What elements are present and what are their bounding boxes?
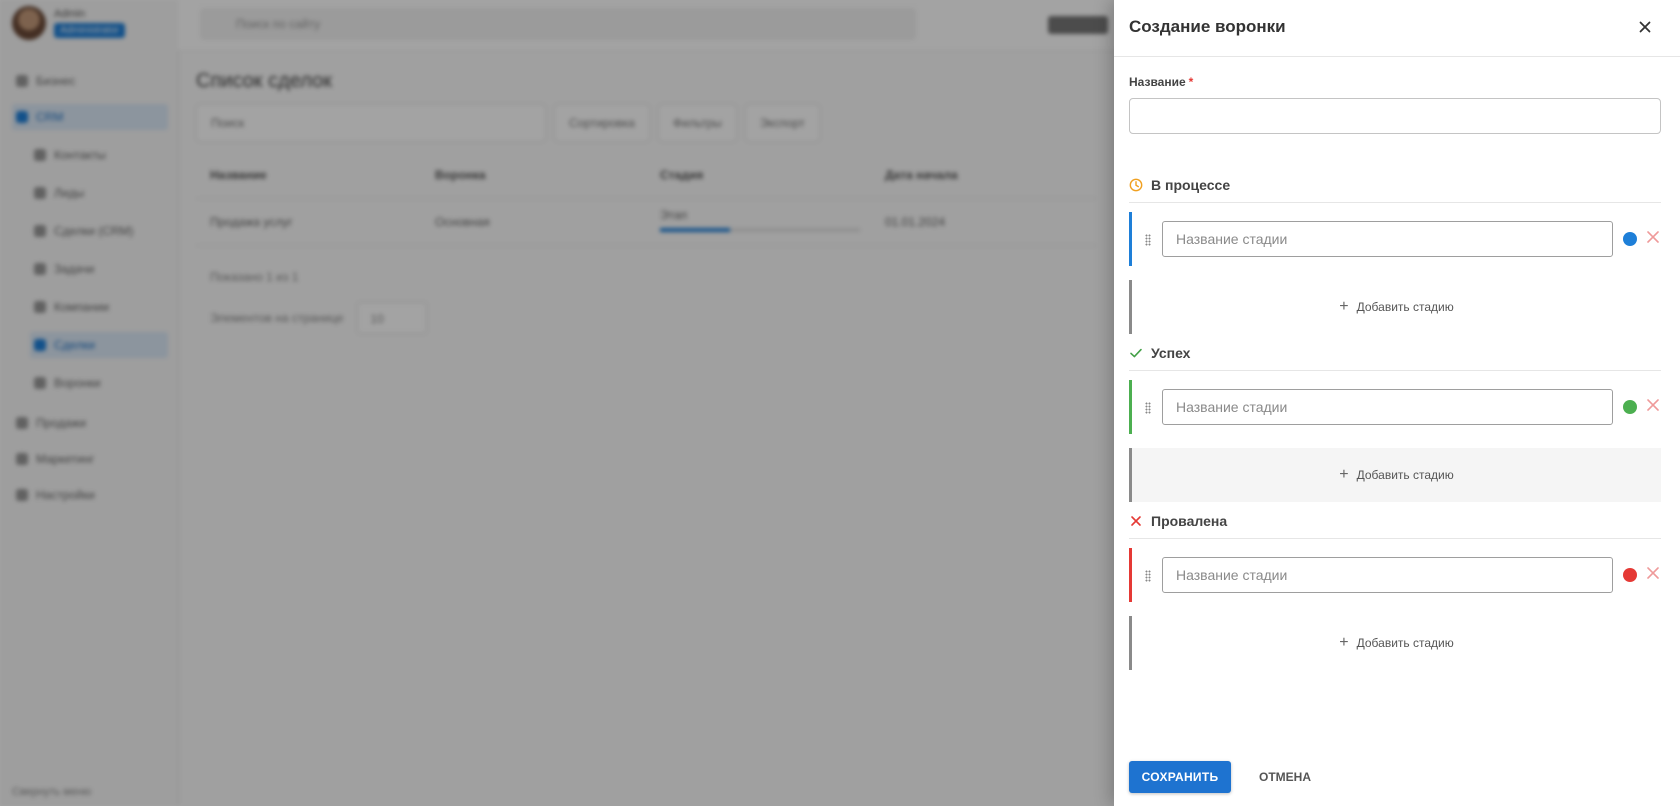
funnel-name-input[interactable] [1129,98,1661,134]
stage-name-input[interactable] [1162,221,1613,257]
add-stage-label: Добавить стадию [1356,636,1454,650]
plus-icon: + [1339,466,1349,483]
section-title: В процессе [1151,177,1231,193]
required-mark: * [1188,75,1194,89]
delete-stage-icon[interactable] [1644,228,1662,246]
section-header: Успех [1129,336,1661,371]
name-field-label: Название * [1129,75,1194,89]
drag-handle-icon[interactable] [1145,402,1151,414]
plus-icon: + [1339,634,1349,651]
drag-handle-icon[interactable] [1145,234,1151,246]
clock-icon [1129,178,1143,192]
section-title: Успех [1151,345,1191,361]
stage-color-picker[interactable] [1623,568,1637,582]
add-stage-label: Добавить стадию [1356,468,1454,482]
stage-row [1129,212,1661,266]
stage-color-picker[interactable] [1623,232,1637,246]
stage-name-input[interactable] [1162,557,1613,593]
stage-row [1129,548,1661,602]
add-stage-label: Добавить стадию [1356,300,1454,314]
x-icon [1129,514,1143,528]
stage-name-input[interactable] [1162,389,1613,425]
section-header: В процессе [1129,168,1661,203]
create-funnel-drawer: Создание воронки Название* В процессе + … [1114,0,1680,806]
section-in-progress: В процессе + Добавить стадию [1129,168,1661,334]
section-header: Провалена [1129,504,1661,539]
check-icon [1129,346,1143,360]
delete-stage-icon[interactable] [1644,396,1662,414]
delete-stage-icon[interactable] [1644,564,1662,582]
drawer-header: Создание воронки [1114,0,1680,57]
plus-icon: + [1339,298,1349,315]
add-stage-button[interactable]: + Добавить стадию [1129,280,1661,334]
cancel-button[interactable]: ОТМЕНА [1240,761,1330,793]
section-title: Провалена [1151,513,1228,529]
drag-handle-icon[interactable] [1145,570,1151,582]
add-stage-button[interactable]: + Добавить стадию [1129,616,1661,670]
save-button[interactable]: СОХРАНИТЬ [1129,761,1231,793]
section-failed: Провалена + Добавить стадию [1129,504,1661,670]
section-success: Успех + Добавить стадию [1129,336,1661,502]
stage-row [1129,380,1661,434]
close-icon[interactable] [1634,16,1656,38]
stage-color-picker[interactable] [1623,400,1637,414]
drawer-title: Создание воронки [1129,17,1286,36]
add-stage-button[interactable]: + Добавить стадию [1129,448,1661,502]
